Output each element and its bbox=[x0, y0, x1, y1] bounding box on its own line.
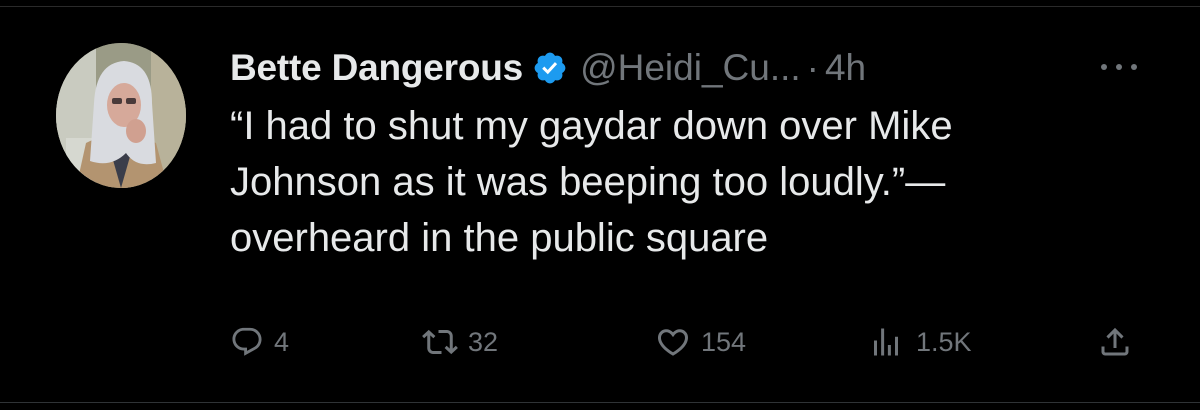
retweet-icon bbox=[422, 324, 458, 360]
share-icon bbox=[1097, 324, 1133, 360]
retweet-count: 32 bbox=[468, 326, 499, 357]
reply-count: 4 bbox=[274, 326, 290, 357]
tweet-text: “I had to shut my gaydar down over Mike … bbox=[230, 98, 1170, 266]
user-handle[interactable]: @Heidi_Cu... bbox=[580, 47, 801, 89]
more-options-icon[interactable] bbox=[1098, 60, 1140, 74]
share-button[interactable] bbox=[1097, 318, 1133, 366]
tweet-text-line: Johnson as it was beeping too loudly.”— bbox=[230, 160, 946, 204]
reply-button[interactable]: 4 bbox=[230, 318, 289, 366]
top-divider bbox=[0, 6, 1200, 7]
display-name[interactable]: Bette Dangerous bbox=[230, 47, 523, 89]
heart-icon bbox=[655, 324, 691, 360]
bottom-divider bbox=[0, 402, 1200, 403]
views-icon bbox=[866, 324, 906, 360]
timestamp[interactable]: 4h bbox=[825, 47, 866, 89]
retweet-button[interactable]: 32 bbox=[422, 318, 498, 366]
tweet-text-line: “I had to shut my gaydar down over Mike bbox=[230, 104, 953, 148]
views-button[interactable]: 1.5K bbox=[866, 318, 972, 366]
avatar[interactable] bbox=[56, 43, 186, 188]
tweet-header: Bette Dangerous @Heidi_Cu... · 4h bbox=[230, 38, 866, 98]
separator-dot: · bbox=[806, 47, 819, 88]
like-count: 154 bbox=[701, 326, 747, 357]
tweet-text-line: overheard in the public square bbox=[230, 216, 769, 260]
reply-icon bbox=[230, 325, 264, 359]
avatar-image bbox=[56, 43, 186, 188]
views-count: 1.5K bbox=[916, 326, 972, 357]
verified-badge-icon bbox=[532, 50, 568, 86]
like-button[interactable]: 154 bbox=[655, 318, 746, 366]
action-bar: 4 32 154 1.5K bbox=[0, 318, 1200, 366]
